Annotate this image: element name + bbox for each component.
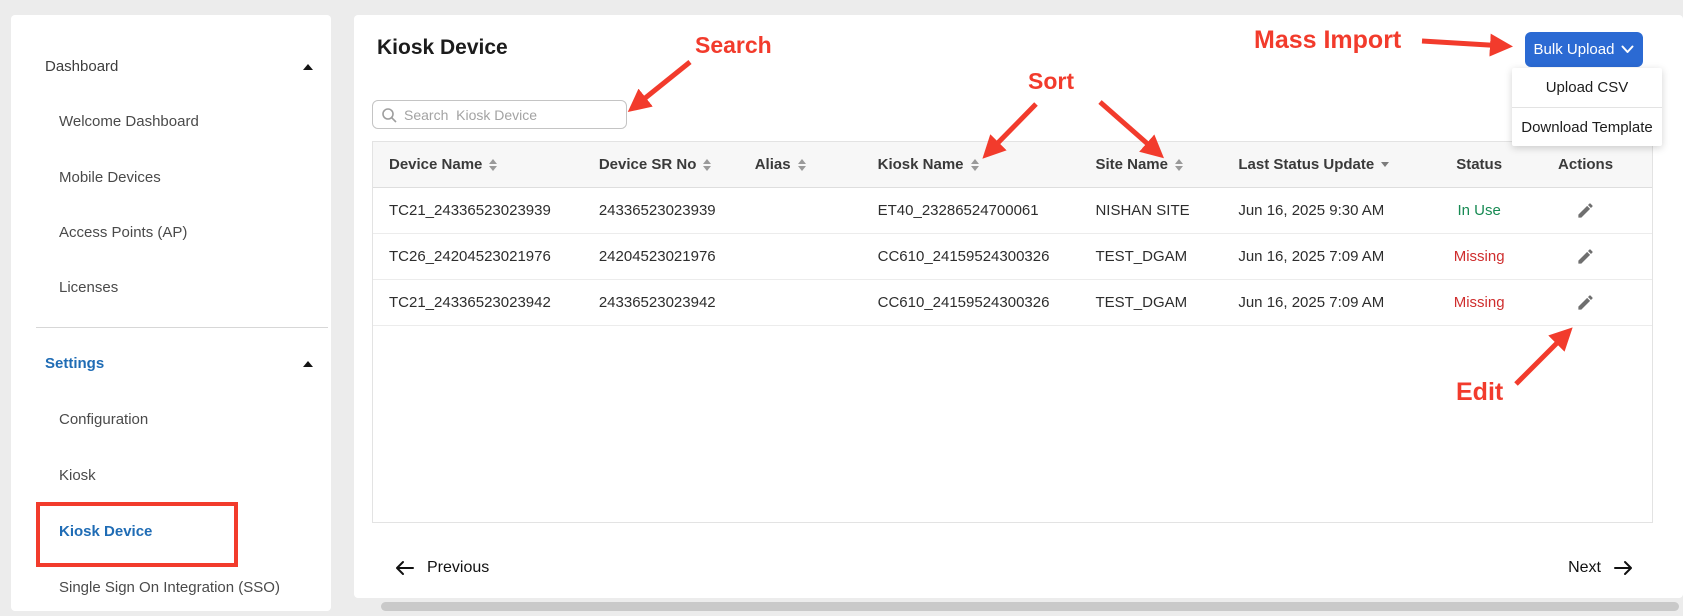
- table-row: TC21_2433652302393924336523023939 ET40_23…: [373, 188, 1652, 234]
- cell-last-status-update: Jun 16, 2025 9:30 AM: [1222, 188, 1439, 233]
- cell-site-name: NISHAN SITE: [1079, 188, 1222, 233]
- next-label: Next: [1568, 559, 1601, 577]
- cell-kiosk-name: CC610_24159524300326: [862, 234, 1080, 279]
- sidebar-item-mobile-devices[interactable]: Mobile Devices: [11, 165, 331, 191]
- cell-actions: [1519, 280, 1652, 325]
- cell-last-status-update: Jun 16, 2025 7:09 AM: [1222, 280, 1439, 325]
- cell-device-name: TC26_24204523021976: [373, 234, 583, 279]
- main-panel: Kiosk Device Bulk Upload Device NameDevi…: [354, 15, 1683, 598]
- cell-site-name: TEST_DGAM: [1079, 234, 1222, 279]
- arrow-right-icon: [1613, 560, 1634, 576]
- page-title: Kiosk Device: [377, 36, 508, 60]
- sidebar-divider: [36, 327, 328, 328]
- next-page-button[interactable]: Next: [1568, 553, 1634, 583]
- cell-actions: [1519, 188, 1652, 233]
- sidebar-item-configuration[interactable]: Configuration: [11, 407, 331, 433]
- sidebar-group-settings[interactable]: Settings: [11, 351, 331, 377]
- column-label: Status: [1456, 156, 1502, 173]
- sort-icon[interactable]: [703, 159, 711, 171]
- column-header-last-status-update[interactable]: Last Status Update: [1222, 142, 1439, 187]
- sidebar-group-label: Settings: [45, 355, 104, 372]
- status-badge: Missing: [1439, 234, 1519, 279]
- status-badge: Missing: [1439, 280, 1519, 325]
- sidebar-item-licenses[interactable]: Licenses: [11, 275, 331, 301]
- search-icon: [381, 107, 397, 123]
- column-header-alias[interactable]: Alias: [739, 142, 862, 187]
- cell-device-sr-no: 24336523023939: [583, 188, 739, 233]
- column-header-device-name[interactable]: Device Name: [373, 142, 583, 187]
- status-badge: In Use: [1439, 188, 1519, 233]
- column-header-site-name[interactable]: Site Name: [1079, 142, 1222, 187]
- cell-device-sr-no: 24204523021976: [583, 234, 739, 279]
- column-label: Device Name: [389, 156, 482, 173]
- chevron-down-icon: [1621, 45, 1634, 54]
- column-label: Alias: [755, 156, 791, 173]
- sort-icon[interactable]: [1175, 159, 1183, 171]
- arrow-left-icon: [394, 560, 415, 576]
- bulk-upload-button[interactable]: Bulk Upload: [1525, 32, 1643, 67]
- menu-item-upload-csv[interactable]: Upload CSV: [1512, 68, 1662, 107]
- collapse-caret-icon[interactable]: [303, 361, 313, 367]
- bulk-upload-menu: Upload CSVDownload Template: [1512, 68, 1662, 146]
- edit-icon: [1576, 247, 1595, 266]
- previous-page-button[interactable]: Previous: [394, 553, 489, 583]
- table-row: TC21_2433652302394224336523023942 CC610_2…: [373, 280, 1652, 326]
- sidebar-item-welcome-dashboard[interactable]: Welcome Dashboard: [11, 109, 331, 135]
- sidebar-item-kiosk[interactable]: Kiosk: [11, 463, 331, 489]
- annotation-highlight-box: [36, 502, 238, 567]
- cell-alias: [739, 280, 862, 325]
- kiosk-device-table: Device Name Device SR No Alias Kiosk Name Si…: [372, 141, 1653, 523]
- search-box[interactable]: [372, 100, 627, 129]
- previous-label: Previous: [427, 559, 489, 577]
- sidebar-group-dashboard[interactable]: Dashboard: [11, 54, 331, 80]
- sidebar-item-access-points[interactable]: Access Points (AP): [11, 220, 331, 246]
- sidebar: Dashboard Welcome Dashboard Mobile Devic…: [11, 15, 331, 611]
- collapse-caret-icon[interactable]: [303, 64, 313, 70]
- bulk-upload-label: Bulk Upload: [1534, 41, 1615, 58]
- cell-last-status-update: Jun 16, 2025 7:09 AM: [1222, 234, 1439, 279]
- column-header-actions: Actions: [1519, 142, 1652, 187]
- cell-device-name: TC21_24336523023939: [373, 188, 583, 233]
- cell-device-name: TC21_24336523023942: [373, 280, 583, 325]
- horizontal-scrollbar[interactable]: [381, 602, 1679, 611]
- page: Dashboard Welcome Dashboard Mobile Devic…: [0, 0, 1683, 611]
- edit-icon: [1576, 201, 1595, 220]
- search-input[interactable]: [404, 107, 618, 123]
- column-header-device-sr-no[interactable]: Device SR No: [583, 142, 739, 187]
- sort-icon[interactable]: [798, 159, 806, 171]
- column-label: Actions: [1558, 156, 1613, 173]
- column-header-status: Status: [1439, 142, 1519, 187]
- column-label: Device SR No: [599, 156, 697, 173]
- cell-actions: [1519, 234, 1652, 279]
- cell-device-sr-no: 24336523023942: [583, 280, 739, 325]
- sort-icon[interactable]: [971, 159, 979, 171]
- sort-icon[interactable]: [1381, 162, 1389, 167]
- cell-kiosk-name: ET40_23286524700061: [862, 188, 1080, 233]
- column-header-kiosk-name[interactable]: Kiosk Name: [862, 142, 1080, 187]
- edit-button[interactable]: [1574, 199, 1598, 223]
- cell-alias: [739, 188, 862, 233]
- edit-button[interactable]: [1574, 291, 1598, 315]
- column-label: Last Status Update: [1238, 156, 1374, 173]
- menu-item-download-template[interactable]: Download Template: [1512, 107, 1662, 146]
- sidebar-group-label: Dashboard: [45, 58, 118, 75]
- edit-button[interactable]: [1574, 245, 1598, 269]
- table-header-row: Device Name Device SR No Alias Kiosk Name Si…: [373, 142, 1652, 188]
- sidebar-item-sso[interactable]: Single Sign On Integration (SSO): [11, 575, 331, 601]
- table-body: TC21_2433652302393924336523023939 ET40_23…: [373, 188, 1652, 326]
- column-label: Site Name: [1095, 156, 1168, 173]
- cell-site-name: TEST_DGAM: [1079, 280, 1222, 325]
- cell-alias: [739, 234, 862, 279]
- table-row: TC26_2420452302197624204523021976 CC610_2…: [373, 234, 1652, 280]
- cell-kiosk-name: CC610_24159524300326: [862, 280, 1080, 325]
- edit-icon: [1576, 293, 1595, 312]
- column-label: Kiosk Name: [878, 156, 964, 173]
- sort-icon[interactable]: [489, 159, 497, 171]
